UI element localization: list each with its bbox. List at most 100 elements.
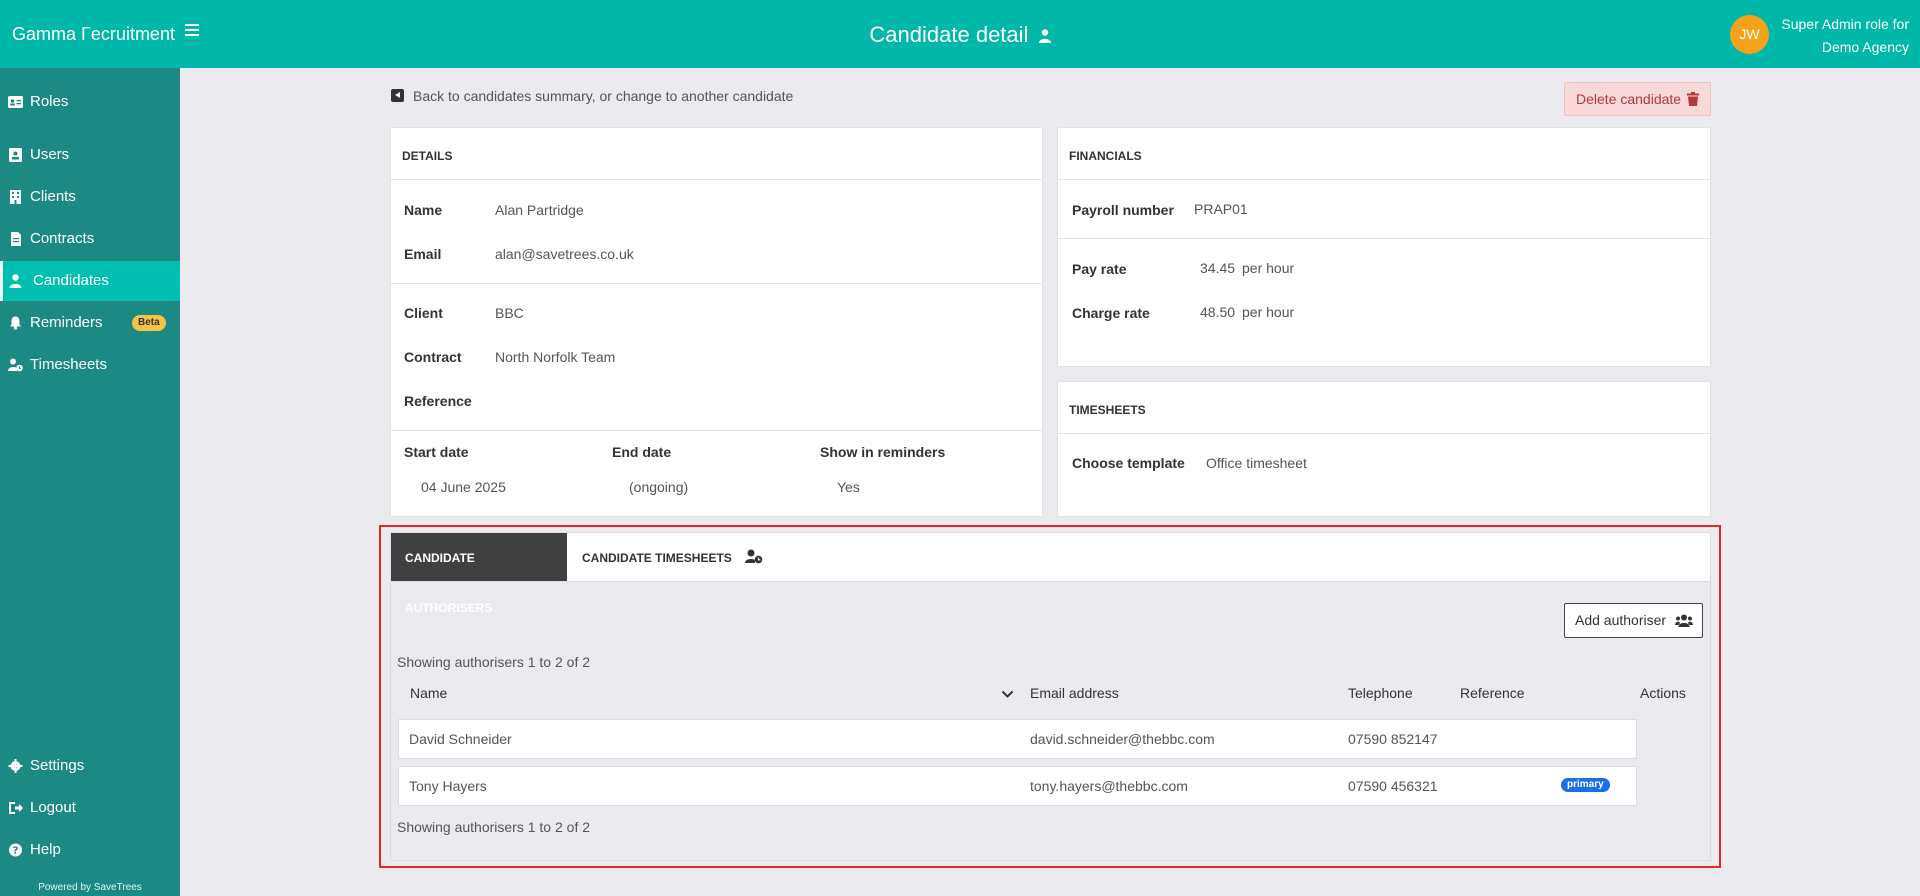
tab-candidate-authorisers[interactable]: CANDIDATE AUTHORISERS — [391, 533, 567, 615]
page-title-text: Candidate detail — [869, 22, 1029, 47]
start-date-value: 04 June 2025 — [421, 479, 506, 495]
authoriser-telephone: 07590 852147 — [1348, 731, 1438, 747]
email-value: alan@savetrees.co.uk — [495, 246, 634, 262]
sidebar-item-label: Contracts — [30, 230, 95, 247]
divider — [391, 430, 1042, 431]
user-role-line1: Super Admin role for — [1781, 16, 1909, 32]
contract-value: North Norfolk Team — [495, 349, 616, 365]
avatar[interactable]: JW — [1730, 15, 1769, 54]
back-arrow-icon — [391, 89, 404, 102]
name-label: Name — [404, 202, 443, 218]
authorisers-panel: CANDIDATE AUTHORISERS CANDIDATE TIMESHEE… — [390, 532, 1711, 861]
user-role-line2: Demo Agency — [1821, 39, 1909, 55]
sidebar-item-label: Candidates — [33, 272, 109, 289]
document-icon — [11, 232, 21, 246]
template-value[interactable]: Office timesheet — [1206, 455, 1307, 471]
financials-card: FINANCIALS Payroll number PRAP01 Pay rat… — [1057, 127, 1711, 367]
question-icon: ? — [9, 843, 22, 857]
show-in-reminders-label: Show in reminders — [820, 444, 946, 460]
column-header-actions: Actions — [1640, 685, 1686, 701]
sidebar-item-timesheets[interactable]: Timesheets — [0, 345, 180, 385]
show-in-reminders-value: Yes — [837, 479, 860, 495]
column-header-telephone: Telephone — [1348, 685, 1413, 701]
table-row[interactable]: Tony Hayers tony.hayers@thebbc.com 07590… — [398, 766, 1637, 806]
sidebar-item-label: Timesheets — [30, 356, 107, 373]
charge-rate-value: 48.50 — [1200, 304, 1236, 320]
users-icon — [1675, 614, 1693, 627]
sidebar-item-label: Reminders — [30, 314, 103, 331]
details-card: DETAILS Name Alan Partridge Email alan@s… — [390, 127, 1043, 517]
authoriser-name: David Schneider — [409, 731, 512, 747]
sidebar-item-logout[interactable]: Logout — [0, 788, 180, 828]
svg-text:?: ? — [13, 846, 19, 857]
details-heading: DETAILS — [391, 128, 1042, 180]
tab-candidate-timesheets[interactable]: CANDIDATE TIMESHEETS — [568, 533, 777, 581]
sidebar-item-roles[interactable]: Roles — [0, 82, 180, 122]
add-authoriser-button[interactable]: Add authoriser — [1564, 603, 1703, 638]
user-icon — [1038, 29, 1051, 43]
showing-count-top: Showing authorisers 1 to 2 of 2 — [397, 654, 591, 670]
back-link-text: Back to candidates summary, or change to… — [413, 88, 794, 104]
sidebar-item-candidates[interactable]: Candidates — [0, 261, 180, 301]
sidebar-item-label: Users — [30, 146, 70, 163]
sidebar-item-label: Settings — [30, 757, 85, 774]
financials-heading: FINANCIALS — [1058, 128, 1710, 180]
sidebar-item-label: Logout — [30, 799, 76, 816]
sidebar-item-contracts[interactable]: Contracts — [0, 219, 180, 259]
sidebar-item-label: Clients — [30, 188, 76, 205]
payroll-number-label: Payroll number — [1072, 202, 1174, 218]
timesheets-card: TIMESHEETS Choose template Office timesh… — [1057, 381, 1711, 517]
column-header-reference: Reference — [1460, 685, 1525, 701]
end-date-value: (ongoing) — [629, 479, 689, 495]
sidebar-item-users[interactable]: Users — [0, 135, 180, 175]
user-clock-icon — [8, 358, 23, 372]
authoriser-email: david.schneider@thebbc.com — [1030, 731, 1215, 747]
sidebar-item-help[interactable]: ? Help — [0, 830, 180, 870]
tab-label: CANDIDATE TIMESHEETS — [582, 551, 732, 565]
email-label: Email — [404, 246, 442, 262]
charge-rate-label: Charge rate — [1072, 305, 1150, 321]
primary-badge: primary — [1561, 778, 1610, 792]
column-header-email: Email address — [1030, 685, 1119, 701]
user-card-icon — [9, 148, 22, 162]
trash-icon — [1687, 92, 1699, 106]
tab-label: CANDIDATE AUTHORISERS — [405, 551, 493, 615]
top-bar: Gamma Γecruitment Candidate detail JW Su… — [0, 0, 1920, 68]
beta-badge: Beta — [132, 315, 166, 331]
tab-bar: CANDIDATE AUTHORISERS CANDIDATE TIMESHEE… — [391, 533, 1710, 615]
client-value: BBC — [495, 305, 524, 321]
sidebar-item-label: Roles — [30, 93, 69, 110]
powered-by: Powered by SaveTrees — [38, 882, 142, 893]
sidebar-item-settings[interactable]: Settings — [0, 746, 180, 786]
choose-template-label: Choose template — [1072, 455, 1185, 471]
reference-label: Reference — [404, 393, 472, 409]
divider — [1058, 238, 1710, 239]
bell-icon — [10, 316, 21, 330]
logout-icon — [9, 802, 23, 814]
gear-icon — [8, 759, 23, 773]
pay-rate-label: Pay rate — [1072, 261, 1127, 277]
name-value: Alan Partridge — [495, 202, 584, 218]
table-row[interactable]: David Schneider david.schneider@thebbc.c… — [398, 719, 1637, 759]
authoriser-name: Tony Hayers — [409, 778, 487, 794]
user-clock-icon — [745, 549, 763, 564]
client-label: Client — [404, 305, 443, 321]
chevron-down-icon[interactable] — [1001, 690, 1014, 699]
timesheets-heading: TIMESHEETS — [1058, 382, 1710, 434]
showing-count-bottom: Showing authorisers 1 to 2 of 2 — [397, 819, 591, 835]
page-title: Candidate detail — [0, 22, 1920, 48]
back-to-candidates-link[interactable]: Back to candidates summary, or change to… — [391, 88, 793, 104]
column-header-name[interactable]: Name — [410, 685, 447, 701]
sidebar: Roles Users Clients Contracts Candidates… — [0, 68, 180, 896]
contract-label: Contract — [404, 349, 462, 365]
user-icon — [9, 274, 22, 288]
delete-candidate-button[interactable]: Delete candidate — [1564, 82, 1711, 116]
id-card-icon — [8, 96, 23, 108]
pay-rate-value: 34.45 — [1200, 260, 1236, 276]
add-authoriser-label: Add authoriser — [1575, 612, 1667, 628]
sidebar-item-reminders[interactable]: Reminders Beta — [0, 303, 180, 343]
sidebar-item-clients[interactable]: Clients — [0, 177, 180, 217]
start-date-label: Start date — [404, 444, 469, 460]
delete-button-label: Delete candidate — [1576, 91, 1682, 107]
user-role[interactable]: Super Admin role for Demo Agency — [1781, 13, 1909, 59]
